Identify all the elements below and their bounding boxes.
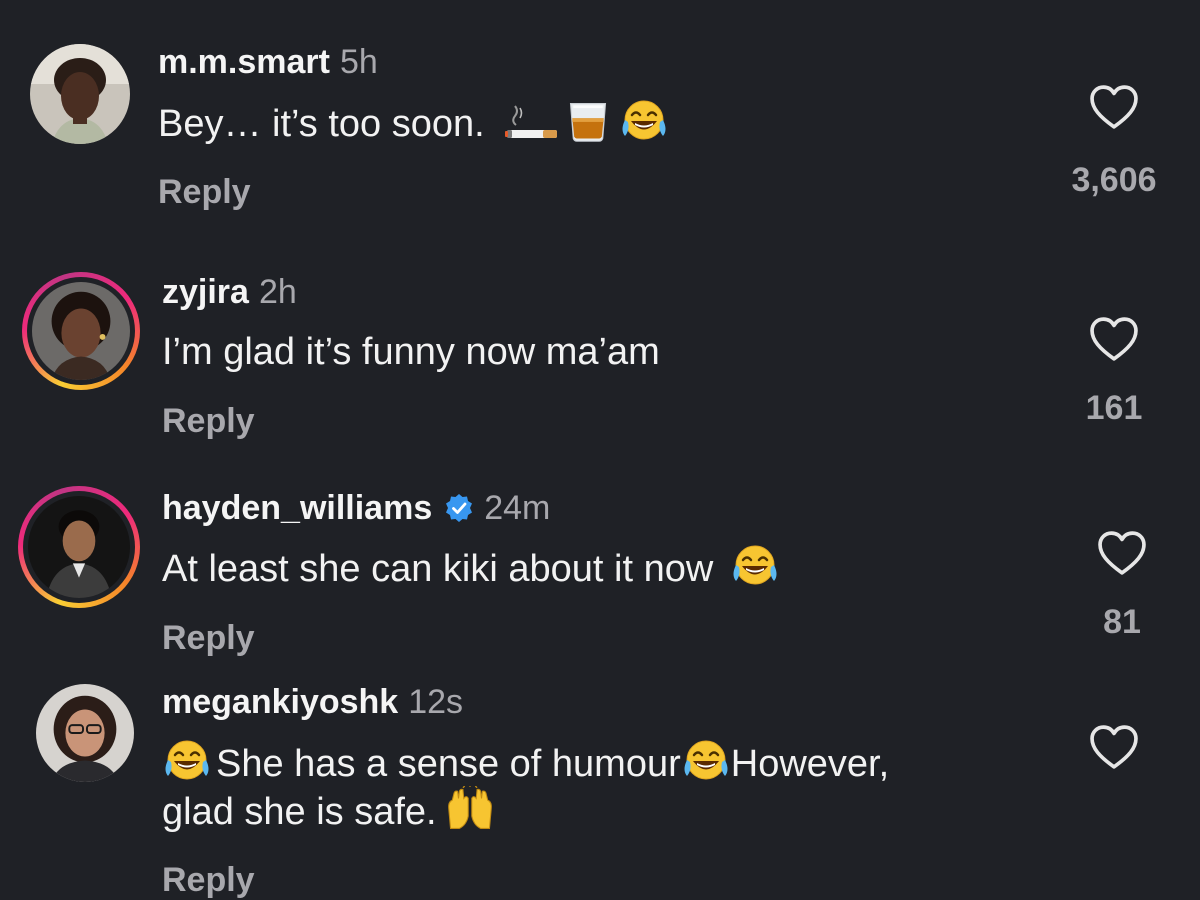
heart-outline-icon[interactable] [1096, 530, 1148, 576]
username[interactable]: m.m.smart [158, 43, 330, 81]
avatar[interactable] [30, 44, 130, 144]
comment-time: 24m [484, 489, 551, 527]
like-count: 161 [1085, 389, 1143, 427]
verified-badge-icon [446, 494, 473, 522]
comment-time: 2h [258, 273, 297, 311]
comment-text-body: Bey… it’s too soon. [158, 103, 485, 145]
cigarette-emoji-icon [503, 98, 563, 144]
heart-outline-icon[interactable] [1088, 724, 1140, 770]
comment-text: She has a sense of humour However, [162, 738, 889, 788]
username[interactable]: zyjira [162, 273, 249, 311]
reply-button[interactable]: Reply [162, 618, 255, 658]
comment-text-body: glad she is safe. [162, 791, 437, 833]
comment-text: I’m glad it’s funny now ma’am [162, 331, 660, 373]
comment-time: 5h [339, 43, 378, 81]
reply-button[interactable]: Reply [158, 172, 251, 212]
comment-text-body: She has a sense of humour [216, 743, 681, 785]
reply-button[interactable]: Reply [162, 860, 255, 900]
heart-outline-icon[interactable] [1088, 84, 1140, 130]
like-count: 81 [1103, 603, 1141, 641]
username[interactable]: hayden_williams [162, 489, 432, 527]
comments-panel: m.m.smart 5h Bey… it’s too soon. Reply 3,… [0, 0, 1200, 900]
like-count: 3,606 [1071, 161, 1157, 199]
tumbler-glass-emoji-icon [563, 98, 613, 144]
comment-text-line: glad she is safe. [162, 786, 499, 836]
raising-hands-emoji-icon [441, 786, 499, 832]
reply-button[interactable]: Reply [162, 401, 255, 441]
comment-text-body: However, [730, 743, 890, 785]
comment-text-body: At least she can kiki about it now [162, 548, 714, 590]
comment-text: At least she can kiki about it now [162, 543, 780, 593]
heart-outline-icon[interactable] [1088, 316, 1140, 362]
laughing-emoji-icon [681, 738, 731, 784]
laughing-emoji-icon [162, 738, 212, 784]
comment-text: Bey… it’s too soon. [158, 98, 669, 148]
laughing-emoji-icon [619, 98, 669, 144]
comment-time: 12s [408, 683, 464, 721]
avatar[interactable] [22, 272, 140, 390]
avatar[interactable] [18, 486, 140, 608]
laughing-emoji-icon [730, 543, 780, 589]
avatar[interactable] [36, 684, 134, 782]
username[interactable]: megankiyoshk [162, 683, 398, 721]
